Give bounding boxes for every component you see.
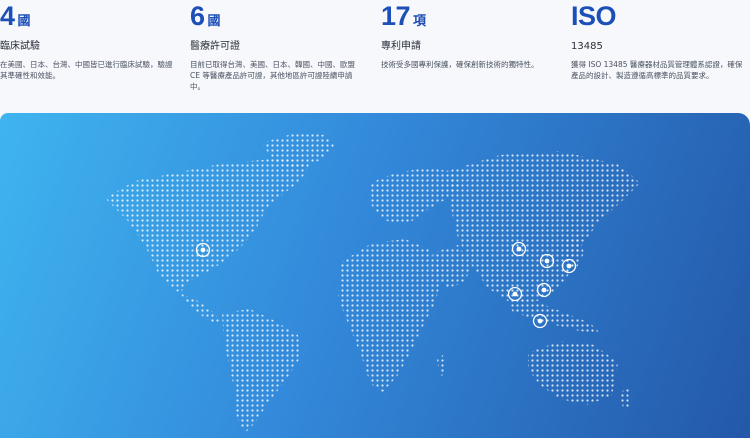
- stat-clinical-trials: 4國 臨床試驗 在美國、日本、台灣、中國皆已進行臨床試驗，驗證其準確性和效能。: [0, 0, 175, 81]
- stat-medical-licenses: 6國 醫療許可證 目前已取得台灣、美國、日本、韓國、中國、歐盟 CE 等醫療產品…: [190, 0, 365, 92]
- world-map-panel: [0, 113, 750, 438]
- stat-title: 臨床試驗: [0, 41, 40, 52]
- stat-number: 6: [190, 1, 205, 31]
- stat-number: 4: [0, 1, 15, 31]
- stat-unit: 國: [207, 14, 221, 29]
- stat-number: ISO: [571, 1, 617, 31]
- stat-unit: 項: [413, 14, 427, 29]
- stat-description: 在美國、日本、台灣、中國皆已進行臨床試驗，驗證其準確性和效能。: [0, 60, 173, 80]
- stats-row: 4國 臨床試驗 在美國、日本、台灣、中國皆已進行臨床試驗，驗證其準確性和效能。 …: [0, 0, 750, 110]
- stat-description: 獲得 ISO 13485 醫療器材品質管理體系認證，確保產品的設計、製造遵循高標…: [571, 60, 743, 80]
- stat-number: 17: [381, 1, 411, 31]
- stat-patents: 17 項 專利申請 技術受多國專利保護，確保創新技術的獨特性。: [381, 0, 556, 70]
- stat-title: 專利申請: [381, 41, 421, 52]
- stat-description: 技術受多國專利保護，確保創新技術的獨特性。: [381, 60, 539, 69]
- stat-title: 13485: [571, 41, 603, 52]
- stat-title: 醫療許可證: [190, 41, 240, 52]
- world-map: [105, 133, 640, 433]
- stat-description: 目前已取得台灣、美國、日本、韓國、中國、歐盟 CE 等醫療產品許可證，其他地區許…: [190, 60, 355, 91]
- stat-unit: 國: [17, 14, 31, 29]
- stat-iso-certification: ISO 13485 獲得 ISO 13485 醫療器材品質管理體系認證，確保產品…: [571, 0, 746, 81]
- continents: [105, 133, 640, 433]
